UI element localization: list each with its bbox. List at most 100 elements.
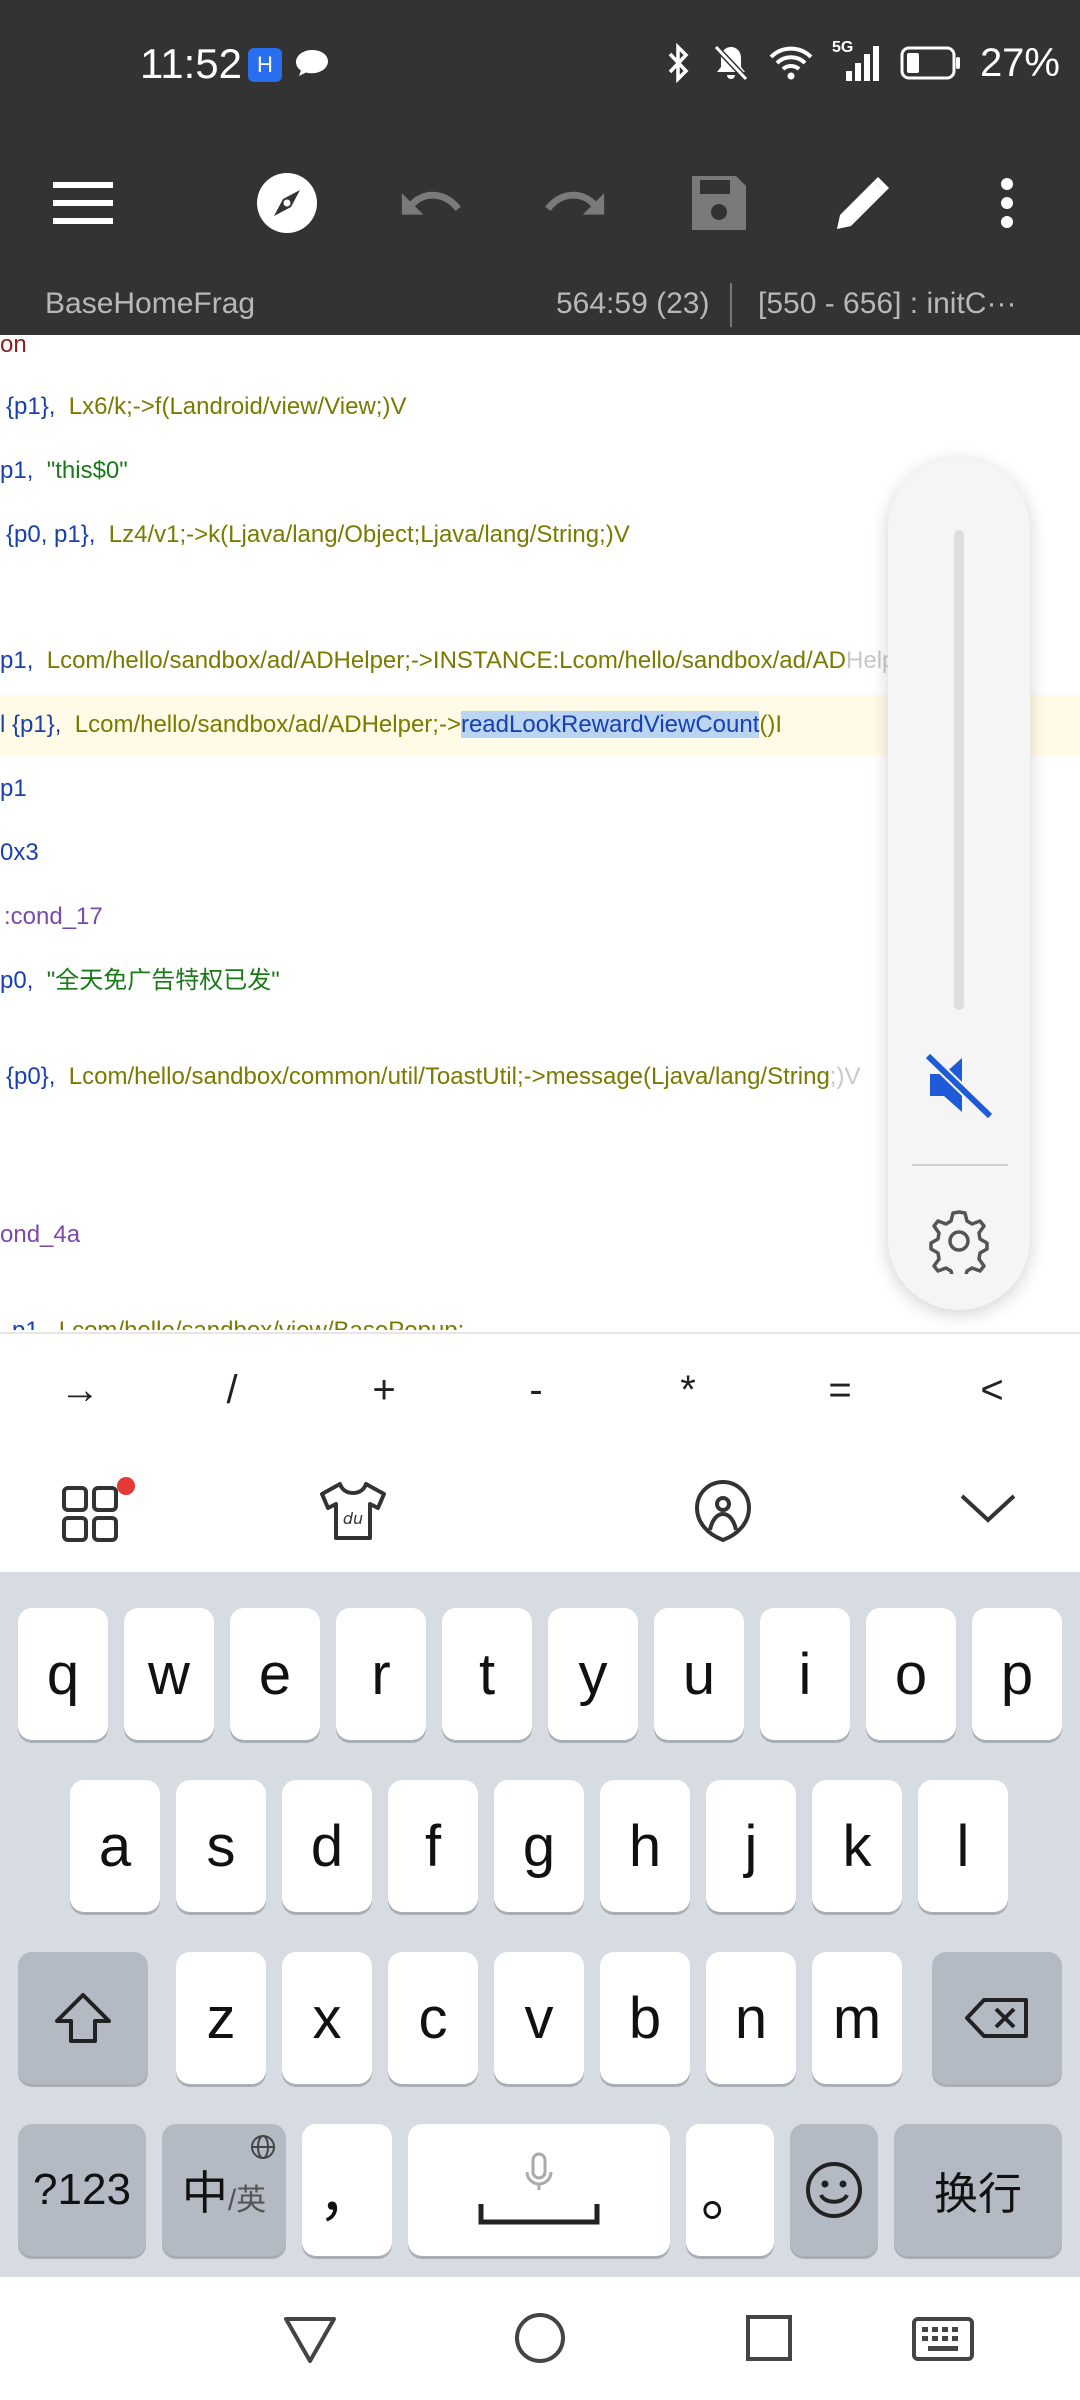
ime-toolbar: du bbox=[0, 1446, 1080, 1572]
editor-toolbar bbox=[0, 130, 1080, 275]
code-line: p1, "this$0" bbox=[0, 457, 128, 484]
key-p[interactable]: p bbox=[972, 1608, 1062, 1740]
key-q[interactable]: q bbox=[18, 1608, 108, 1740]
app-badge-icon: H bbox=[248, 48, 282, 82]
key-a[interactable]: a bbox=[70, 1780, 160, 1912]
file-tab[interactable]: BaseHomeFrag bbox=[45, 287, 255, 321]
shift-key[interactable] bbox=[18, 1952, 148, 2084]
key-k[interactable]: k bbox=[812, 1780, 902, 1912]
settings-gear-icon[interactable] bbox=[926, 1208, 992, 1274]
key-n[interactable]: n bbox=[706, 1952, 796, 2084]
code-line: {p1}, Lx6/k;->f(Landroid/view/View;)V bbox=[6, 393, 407, 420]
skin-shirt-icon[interactable]: du bbox=[318, 1480, 388, 1542]
key-w[interactable]: w bbox=[124, 1608, 214, 1740]
key-d[interactable]: d bbox=[282, 1780, 372, 1912]
signal-icon: 5G bbox=[832, 39, 882, 83]
code-line: 0x3 bbox=[0, 839, 39, 866]
compass-icon bbox=[257, 173, 317, 233]
key-u[interactable]: u bbox=[654, 1608, 744, 1740]
keyboard: q w e r t y u i o p a s d f g h j k l z … bbox=[0, 1572, 1080, 2277]
key-z[interactable]: z bbox=[176, 1952, 266, 2084]
status-icons: 5G 27% bbox=[664, 38, 1060, 88]
enter-key[interactable]: 换行 bbox=[894, 2124, 1062, 2256]
more-options-button[interactable] bbox=[974, 170, 1040, 236]
globe-icon bbox=[251, 2135, 275, 2159]
key-b[interactable]: b bbox=[600, 1952, 690, 2084]
period-key[interactable]: 。 bbox=[686, 2124, 774, 2256]
pencil-icon bbox=[837, 177, 889, 229]
apps-grid-icon[interactable] bbox=[60, 1476, 142, 1546]
svg-text:du: du bbox=[343, 1509, 363, 1528]
cursor-position: 564:59 (23) bbox=[556, 287, 710, 320]
key-l[interactable]: l bbox=[918, 1780, 1008, 1912]
space-voice-icon bbox=[478, 2152, 600, 2225]
key-y[interactable]: y bbox=[548, 1608, 638, 1740]
nav-home-icon[interactable] bbox=[513, 2311, 567, 2365]
key-s[interactable]: s bbox=[176, 1780, 266, 1912]
redo-button[interactable] bbox=[542, 170, 608, 236]
nav-recents-icon[interactable] bbox=[744, 2313, 794, 2363]
emoji-key[interactable] bbox=[790, 2124, 878, 2256]
method-range[interactable]: [550 - 656] : initC··· bbox=[758, 287, 1016, 321]
symbol-key[interactable]: = bbox=[790, 1334, 890, 1446]
symbol-key[interactable]: / bbox=[182, 1334, 282, 1446]
code-line: {p0}, Lcom/hello/sandbox/common/util/Toa… bbox=[6, 1063, 861, 1090]
shift-arrow-icon bbox=[55, 1993, 111, 2043]
handwriting-icon[interactable] bbox=[690, 1478, 756, 1544]
key-f[interactable]: f bbox=[388, 1780, 478, 1912]
key-i[interactable]: i bbox=[760, 1608, 850, 1740]
symbol-key[interactable]: - bbox=[486, 1334, 586, 1446]
undo-button[interactable] bbox=[398, 170, 464, 236]
space-key[interactable] bbox=[408, 2124, 670, 2256]
symbol-bar: → / + - * = < bbox=[0, 1332, 1080, 1448]
volume-mute-icon[interactable] bbox=[922, 1048, 996, 1122]
hamburger-icon bbox=[53, 182, 113, 224]
symbol-key[interactable]: < bbox=[942, 1334, 1042, 1446]
code-line: on bbox=[0, 335, 27, 358]
editor-info-bar: BaseHomeFrag 564:59 (23) [550 - 656] : i… bbox=[0, 275, 1080, 335]
symbol-key[interactable]: * bbox=[638, 1334, 738, 1446]
nav-back-icon[interactable] bbox=[282, 2313, 338, 2365]
key-x[interactable]: x bbox=[282, 1952, 372, 2084]
save-icon bbox=[692, 176, 746, 230]
undo-icon bbox=[401, 191, 461, 215]
hide-keyboard-chevron-icon[interactable] bbox=[958, 1490, 1018, 1526]
code-line: p1, Lcom/hello/sandbox/ad/ADHelper;->INS… bbox=[0, 647, 924, 674]
numbers-key[interactable]: ?123 bbox=[18, 2124, 146, 2256]
key-r[interactable]: r bbox=[336, 1608, 426, 1740]
key-t[interactable]: t bbox=[442, 1608, 532, 1740]
key-v[interactable]: v bbox=[494, 1952, 584, 2084]
key-h[interactable]: h bbox=[600, 1780, 690, 1912]
key-g[interactable]: g bbox=[494, 1780, 584, 1912]
edit-button[interactable] bbox=[830, 170, 896, 236]
backspace-icon bbox=[965, 1998, 1028, 2038]
code-line: p1, Lcom/hello/sandbox/view/BasePopup; bbox=[12, 1301, 464, 1330]
symbol-key[interactable]: + bbox=[334, 1334, 434, 1446]
panel-divider bbox=[912, 1164, 1008, 1166]
nav-keyboard-icon[interactable] bbox=[912, 2317, 974, 2361]
key-m[interactable]: m bbox=[812, 1952, 902, 2084]
navigate-button[interactable] bbox=[254, 170, 320, 236]
backspace-key[interactable] bbox=[932, 1952, 1062, 2084]
volume-slider[interactable] bbox=[954, 530, 964, 1010]
status-time: 11:52 bbox=[140, 40, 242, 87]
key-e[interactable]: e bbox=[230, 1608, 320, 1740]
menu-button[interactable] bbox=[50, 170, 116, 236]
status-bar: 11:52 H 5G 27% bbox=[0, 0, 1080, 130]
code-line: p0, "全天免广告特权已发" bbox=[0, 967, 280, 994]
emoji-icon bbox=[806, 2162, 862, 2218]
language-switch-key[interactable]: 中/英 bbox=[162, 2124, 286, 2256]
chat-icon bbox=[296, 50, 328, 76]
battery-percent: 27% bbox=[979, 40, 1060, 85]
navigation-bar bbox=[0, 2277, 1080, 2400]
key-o[interactable]: o bbox=[866, 1608, 956, 1740]
lang-sub-label: /英 bbox=[227, 2184, 267, 2217]
code-line: p1 bbox=[0, 775, 27, 802]
volume-panel bbox=[888, 458, 1030, 1310]
key-c[interactable]: c bbox=[388, 1952, 478, 2084]
comma-key[interactable]: ， bbox=[302, 2124, 392, 2256]
symbol-key[interactable]: → bbox=[30, 1334, 130, 1446]
mute-bell-icon bbox=[713, 44, 749, 82]
save-button[interactable] bbox=[686, 170, 752, 236]
key-j[interactable]: j bbox=[706, 1780, 796, 1912]
